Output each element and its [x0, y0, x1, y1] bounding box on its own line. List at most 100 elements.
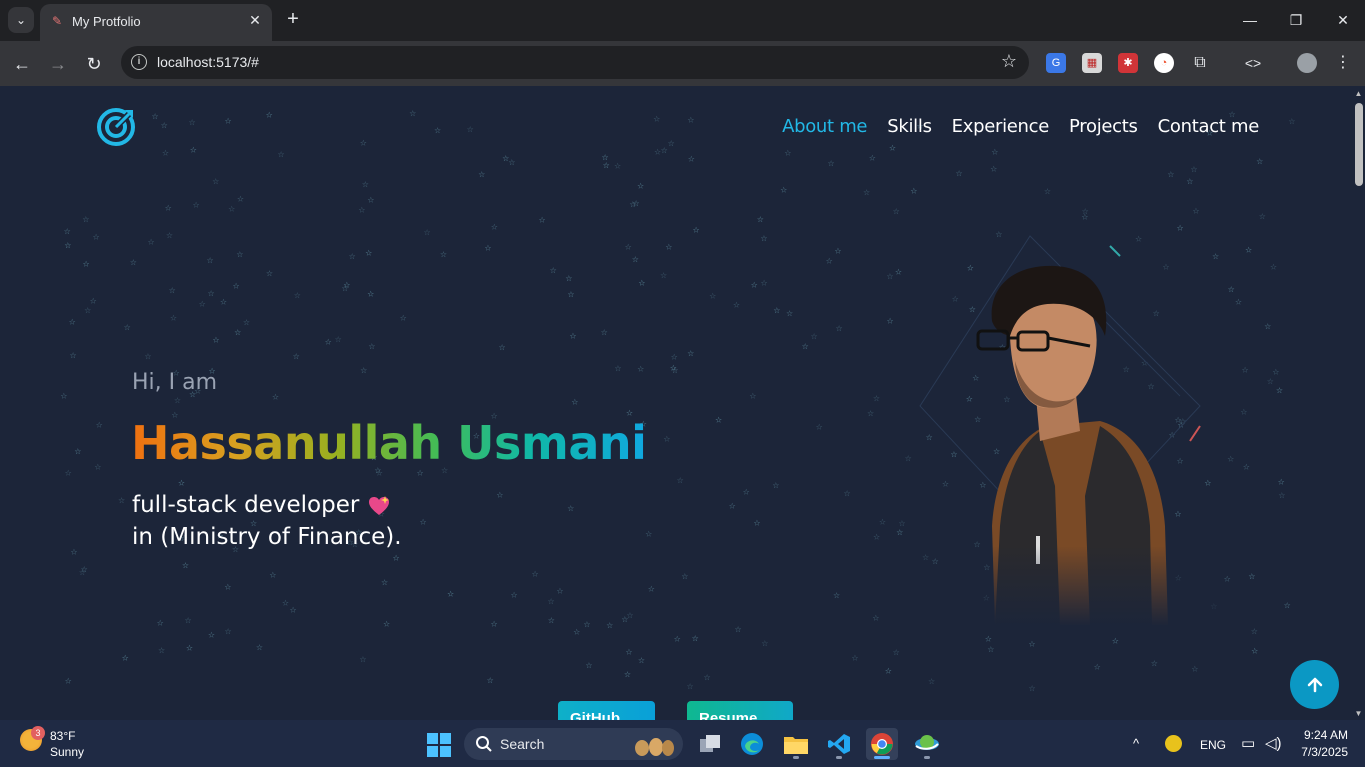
- star: ☆: [82, 215, 89, 224]
- star: ☆: [863, 188, 870, 197]
- running-indicator: [836, 756, 842, 759]
- profile-avatar-icon[interactable]: [1297, 53, 1317, 73]
- star: ☆: [565, 274, 572, 283]
- star: ☆: [65, 677, 72, 686]
- scroll-thumb[interactable]: [1355, 103, 1363, 186]
- star: ☆: [743, 487, 750, 496]
- star: ☆: [84, 306, 91, 315]
- star: ☆: [784, 149, 791, 158]
- extension-icon[interactable]: ⧉: [1190, 53, 1210, 73]
- star: ☆: [1028, 640, 1035, 649]
- star: ☆: [674, 635, 681, 644]
- browser-tab[interactable]: ✎ My Protfolio ✕: [40, 4, 272, 41]
- vscode-icon[interactable]: [823, 728, 855, 760]
- star: ☆: [1288, 117, 1295, 126]
- clock-date[interactable]: 7/3/2025: [1296, 745, 1348, 759]
- star: ☆: [844, 489, 851, 498]
- bookmark-star-icon[interactable]: ☆: [1001, 51, 1017, 72]
- star: ☆: [761, 278, 768, 287]
- address-bar[interactable]: i localhost:5173/# ☆: [121, 46, 1029, 79]
- star: ☆: [733, 301, 740, 310]
- extension-icon[interactable]: ▦: [1082, 53, 1102, 73]
- star: ☆: [447, 590, 454, 599]
- star: ☆: [872, 613, 879, 622]
- window-close-icon[interactable]: ✕: [1331, 8, 1355, 32]
- devtools-icon[interactable]: <>: [1243, 53, 1263, 73]
- star: ☆: [887, 316, 894, 325]
- nav-about-me[interactable]: About me: [782, 116, 867, 137]
- scroll-up-icon[interactable]: ▲: [1354, 89, 1363, 98]
- nav-skills[interactable]: Skills: [887, 116, 932, 137]
- star: ☆: [1151, 659, 1158, 668]
- forward-icon[interactable]: →: [45, 51, 71, 77]
- windows-start-icon[interactable]: [427, 733, 451, 757]
- star: ☆: [735, 625, 742, 634]
- weather-badge: 3: [31, 726, 45, 740]
- star: ☆: [753, 518, 760, 527]
- star: ☆: [118, 496, 125, 505]
- back-icon[interactable]: ←: [9, 51, 35, 77]
- star: ☆: [889, 144, 896, 153]
- star: ☆: [166, 231, 173, 240]
- star: ☆: [1256, 157, 1263, 166]
- tray-app-icon[interactable]: [1165, 735, 1182, 752]
- new-tab-icon[interactable]: +: [282, 8, 304, 30]
- star: ☆: [325, 337, 332, 346]
- weather-temp[interactable]: 83°F: [50, 729, 75, 743]
- taskbar-search[interactable]: Search: [464, 728, 683, 760]
- star: ☆: [893, 207, 900, 216]
- star: ☆: [1248, 572, 1255, 581]
- running-indicator: [874, 756, 890, 759]
- url-text[interactable]: localhost:5173/#: [157, 54, 259, 70]
- star: ☆: [212, 335, 219, 344]
- logo-icon[interactable]: [95, 106, 137, 148]
- minimize-icon[interactable]: —: [1238, 8, 1262, 32]
- star: ☆: [665, 242, 672, 251]
- tab-list-icon[interactable]: ⌄: [8, 7, 34, 33]
- scroll-to-top-button[interactable]: [1290, 660, 1339, 709]
- star: ☆: [1251, 647, 1258, 656]
- star: ☆: [335, 335, 342, 344]
- star: ☆: [571, 398, 578, 407]
- show-hidden-icons-icon[interactable]: ^: [1133, 736, 1139, 751]
- star: ☆: [256, 643, 263, 652]
- task-view-icon[interactable]: [694, 728, 726, 760]
- extension-icon[interactable]: ◔: [1154, 53, 1174, 73]
- network-icon[interactable]: ▭: [1241, 734, 1255, 752]
- star: ☆: [400, 314, 407, 323]
- github-button[interactable]: GitHub: [558, 701, 655, 720]
- star: ☆: [1240, 407, 1247, 416]
- star: ☆: [199, 299, 206, 308]
- reload-icon[interactable]: ↻: [81, 51, 107, 77]
- nav-projects[interactable]: Projects: [1069, 116, 1138, 137]
- star: ☆: [693, 226, 700, 235]
- weather-desc[interactable]: Sunny: [50, 745, 84, 759]
- star: ☆: [148, 238, 155, 247]
- maximize-icon[interactable]: ❐: [1284, 8, 1308, 32]
- language-indicator[interactable]: ENG: [1200, 738, 1226, 752]
- chrome-icon[interactable]: [866, 728, 898, 760]
- extension-icon[interactable]: G: [1046, 53, 1066, 73]
- nav-contact-me[interactable]: Contact me: [1158, 116, 1260, 137]
- edge-icon[interactable]: [736, 728, 768, 760]
- resume-button[interactable]: Resume: [687, 701, 793, 720]
- site-info-icon[interactable]: i: [131, 54, 147, 70]
- star: ☆: [614, 161, 621, 170]
- clock-time[interactable]: 9:24 AM: [1300, 728, 1348, 742]
- star: ☆: [224, 583, 231, 592]
- taskbar: 3 83°F Sunny Search ^ ENG ▭ ◁) 9:24 AM 7…: [0, 720, 1365, 767]
- star: ☆: [169, 286, 176, 295]
- app-icon[interactable]: [911, 728, 943, 760]
- close-icon[interactable]: ✕: [246, 11, 264, 29]
- file-explorer-icon[interactable]: [780, 728, 812, 760]
- more-icon[interactable]: ⋮: [1333, 53, 1353, 73]
- nav-experience[interactable]: Experience: [952, 116, 1050, 137]
- volume-icon[interactable]: ◁): [1265, 734, 1282, 752]
- extension-icon[interactable]: ✱: [1118, 53, 1138, 73]
- star: ☆: [266, 269, 273, 278]
- star: ☆: [956, 169, 963, 178]
- main-nav: About me Skills Experience Projects Cont…: [782, 116, 1259, 137]
- page-scrollbar[interactable]: ▲ ▼: [1352, 86, 1365, 720]
- star: ☆: [757, 215, 764, 224]
- scroll-down-icon[interactable]: ▼: [1354, 709, 1363, 718]
